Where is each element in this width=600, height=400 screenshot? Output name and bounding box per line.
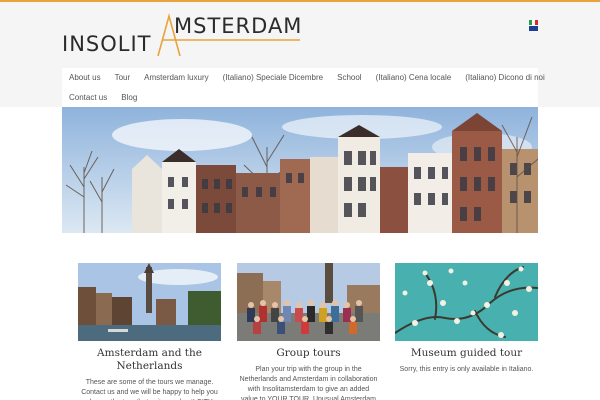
card-image-group-photo[interactable] — [237, 263, 380, 341]
card-text: These are some of the tours we manage. C… — [81, 379, 218, 400]
card-museum-guided-tour[interactable]: Museum guided tour Sorry, this entry is … — [395, 263, 538, 400]
italian-flag-icon[interactable] — [529, 20, 538, 25]
card-title[interactable]: Museum guided tour — [395, 347, 538, 360]
nav-item-cena-locale[interactable]: (Italiano) Cena locale — [369, 68, 459, 87]
site-logo[interactable]: INSOLIT MSTERDAM — [62, 12, 302, 58]
nav-item-dicono-di-noi[interactable]: (Italiano) Dicono di noi — [458, 68, 552, 87]
language-switcher[interactable] — [529, 20, 538, 31]
nav-item-blog[interactable]: Blog — [114, 88, 144, 107]
card-amsterdam-netherlands[interactable]: Amsterdam and the Netherlands These are … — [78, 263, 221, 400]
main-navigation: About us Tour Amsterdam luxury (Italiano… — [62, 68, 545, 108]
nav-item-tour[interactable]: Tour — [108, 68, 138, 87]
card-image-almond-blossom[interactable] — [395, 263, 538, 341]
card-group-tours[interactable]: Group tours Plan your trip with the grou… — [237, 263, 380, 400]
logo-text-insolit: INSOLIT — [62, 32, 152, 56]
card-text: Plan your trip with the group in the Net… — [239, 366, 378, 400]
nav-item-about-us[interactable]: About us — [62, 68, 108, 87]
nav-item-contact-us[interactable]: Contact us — [62, 88, 114, 107]
card-image-canal[interactable] — [78, 263, 221, 341]
nav-item-speciale-dicembre[interactable]: (Italiano) Speciale Dicembre — [216, 68, 331, 87]
card-title[interactable]: Group tours — [237, 347, 380, 360]
nav-item-school[interactable]: School — [330, 68, 368, 87]
uk-flag-icon[interactable] — [529, 26, 538, 31]
hero-banner-image — [62, 107, 538, 233]
card-title[interactable]: Amsterdam and the Netherlands — [78, 347, 221, 373]
card-text: Sorry, this entry is only available in I… — [399, 366, 534, 373]
nav-item-amsterdam-luxury[interactable]: Amsterdam luxury — [137, 68, 215, 87]
logo-text-msterdam: MSTERDAM — [174, 14, 303, 38]
